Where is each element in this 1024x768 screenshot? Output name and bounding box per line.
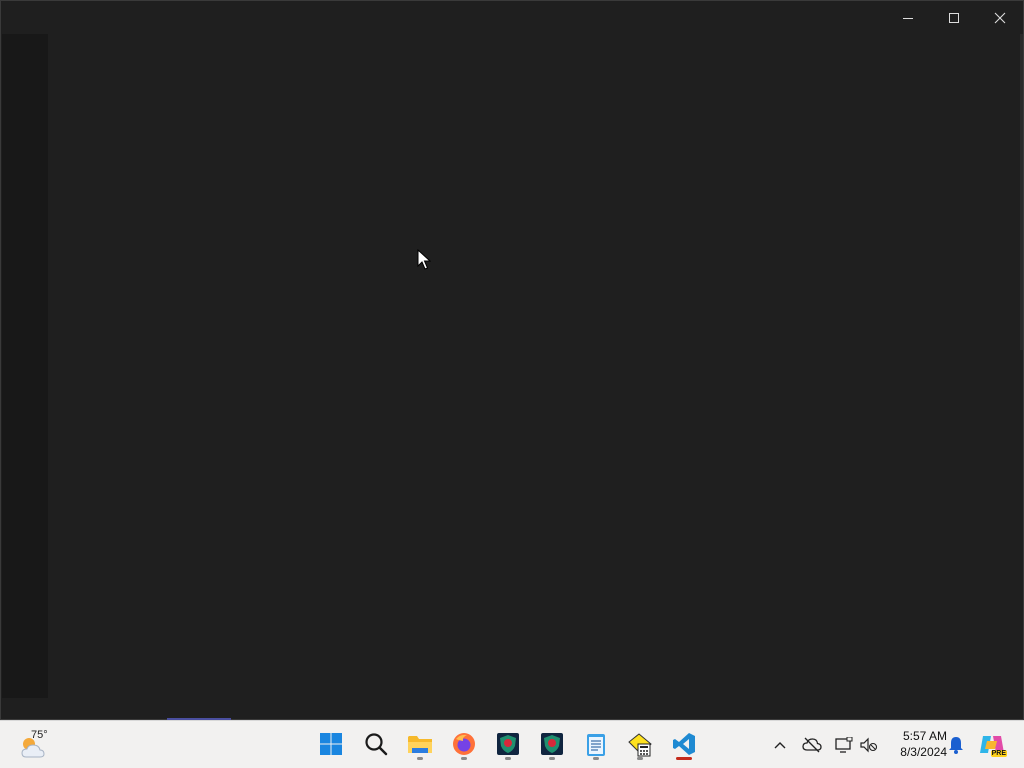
close-button[interactable] [977,1,1023,34]
taskbar-file-explorer[interactable] [404,728,436,762]
tray-overflow-button[interactable] [770,734,790,756]
close-icon [994,12,1006,23]
firefox-icon [453,733,475,755]
tray-volume[interactable] [859,734,879,756]
running-indicator [461,757,467,760]
title-bar[interactable] [1,1,1023,34]
cloud-offline-icon [802,737,822,753]
running-indicator [549,757,555,760]
taskbar: 75° 5:57 AM 8/3/2024 PRE [0,720,1024,768]
minimize-icon [903,17,913,19]
mouse-cursor-icon [417,249,431,270]
maximize-icon [949,12,959,23]
minimize-button[interactable] [885,1,931,34]
bell-icon [949,737,963,754]
windows-start-icon [320,733,342,755]
activity-bar [2,34,48,698]
search-button[interactable] [360,728,392,762]
window-controls [885,1,1023,34]
maximize-button[interactable] [931,1,977,34]
clock-date: 8/3/2024 [900,745,947,759]
clock-time: 5:57 AM [902,729,947,743]
scrollbar[interactable] [1020,34,1023,350]
folder-icon [408,736,432,753]
running-indicator [593,757,599,760]
taskbar-app-2[interactable] [536,728,568,762]
running-indicator [417,757,423,760]
copilot-badge: PRE [990,750,1007,757]
notification-center-button[interactable] [946,734,966,756]
chevron-up-icon [774,742,786,749]
tray-onedrive[interactable] [802,734,822,756]
shield-app-icon [541,733,563,755]
taskbar-vscode[interactable] [668,728,700,762]
volume-muted-icon [860,737,878,753]
running-indicator [637,757,643,760]
weather-widget[interactable]: 75° [18,729,58,761]
search-icon [365,733,388,756]
shield-app-icon [497,733,519,755]
start-button[interactable] [315,728,347,762]
taskbar-firefox[interactable] [448,728,480,762]
taskbar-calculator[interactable] [624,728,656,762]
taskbar-app-1[interactable] [492,728,524,762]
calculator-icon [628,733,652,757]
weather-temperature: 75° [31,729,48,741]
active-indicator [676,757,692,760]
notepad-icon [587,734,605,756]
taskbar-notepad[interactable] [580,728,612,762]
vscode-icon [673,733,695,755]
running-indicator [505,757,511,760]
network-icon [835,737,853,753]
system-clock[interactable]: 5:57 AM 8/3/2024 [885,728,947,760]
app-window [0,0,1024,720]
tray-network[interactable] [834,734,854,756]
copilot-button[interactable]: PRE [979,734,1007,757]
